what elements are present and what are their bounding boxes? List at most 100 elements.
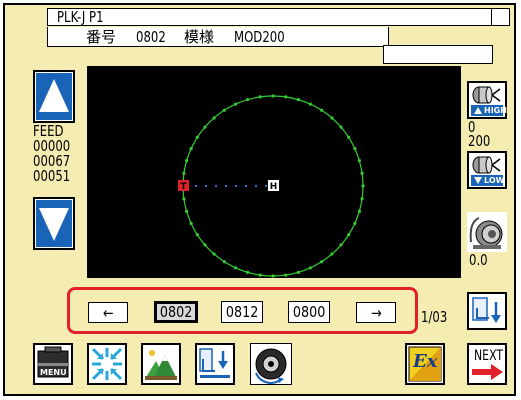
preview-button[interactable] [141, 343, 181, 385]
stitch-point [212, 252, 216, 256]
feed-info: FEED 00000 00067 00051 [33, 124, 83, 196]
fit-view-icon [89, 345, 125, 383]
stitch-point [339, 243, 343, 247]
feed-value-3: 00051 [33, 167, 71, 185]
stitch-point [271, 274, 275, 278]
page-indicator: 1/03 [421, 308, 448, 326]
next-arrow-icon: → [370, 303, 382, 322]
speed-high-label: HIGH [484, 106, 507, 115]
number-label: 番号 [86, 28, 117, 46]
stitch-point [182, 171, 186, 175]
fit-view-button[interactable] [87, 343, 127, 385]
feed-dot [265, 185, 267, 187]
stitch-point [347, 233, 351, 237]
ex-label: Ex [413, 351, 438, 372]
pattern-label: 模様 [184, 28, 215, 46]
page-down-icon [469, 294, 505, 328]
stitch-point [203, 243, 207, 247]
title-side-box [491, 8, 510, 26]
prev-pattern-button[interactable]: ← [88, 302, 128, 323]
arrow-down-icon [36, 200, 72, 247]
stitch-point [308, 266, 312, 270]
pattern-info-bar: 番号 0802 模様 MOD200 [47, 27, 389, 47]
feed-dot [255, 185, 257, 187]
stitch-point [185, 159, 189, 163]
pattern-item-0800[interactable]: 0800 [288, 301, 330, 323]
stitch-point [234, 102, 238, 106]
landscape-icon [143, 345, 179, 383]
home-marker-label: H [270, 182, 278, 192]
stitch-point [347, 135, 351, 139]
menu-label: MENU [40, 368, 67, 377]
stitch-point [360, 197, 364, 201]
speed-value-2: 200 [468, 132, 491, 150]
stitch-point [284, 273, 288, 277]
speed-values: 0 200 [468, 120, 508, 150]
stitch-point [320, 108, 324, 112]
prev-arrow-icon: ← [102, 303, 114, 322]
thread-tension-icon [467, 212, 507, 252]
next-button[interactable]: NEXT [467, 343, 507, 385]
stitch-point [271, 94, 275, 98]
stitch-point [330, 116, 334, 120]
stitch-point [258, 95, 262, 99]
stitch-point [330, 252, 334, 256]
start-marker-label: T [180, 182, 187, 192]
stitch-point [189, 147, 193, 151]
page-down-button[interactable] [467, 292, 507, 330]
pattern-item-0812[interactable]: 0812 [221, 301, 263, 323]
stitch-point [357, 159, 361, 163]
stitch-point [189, 221, 193, 225]
pattern-value: MOD200 [234, 28, 285, 46]
feed-dot [195, 185, 197, 187]
stitch-point [185, 209, 189, 213]
bobbin-winder-icon [249, 342, 293, 386]
stitch-point [246, 270, 250, 274]
pattern-item-label: 0802 [159, 303, 193, 321]
stitch-point [361, 184, 365, 188]
stitch-point [212, 116, 216, 120]
stitch-point [203, 125, 207, 129]
presser-foot-icon [197, 345, 233, 383]
feed-dot [245, 185, 247, 187]
page-title: PLK-J P1 [57, 8, 104, 26]
stitch-point [320, 260, 324, 264]
stitch-point [353, 147, 357, 151]
thread-tension-button[interactable] [467, 212, 507, 252]
speed-low-button[interactable]: LOW [467, 151, 507, 189]
stitch-point [284, 95, 288, 99]
winder-button[interactable] [249, 342, 293, 386]
stitch-point [357, 209, 361, 213]
thread-tension-value: 0.0 [469, 251, 488, 269]
stitch-point [296, 98, 300, 102]
stitch-point [182, 197, 186, 201]
extension-button[interactable]: Ex [405, 343, 445, 385]
menu-button[interactable]: MENU [33, 343, 73, 385]
pattern-item-0802[interactable]: 0802 [154, 301, 198, 323]
feed-dot [225, 185, 227, 187]
stitch-point [195, 233, 199, 237]
pattern-canvas[interactable]: T H [87, 66, 461, 278]
feed-dot [215, 185, 217, 187]
speed-high-button[interactable]: HIGH [467, 81, 507, 119]
feed-dot [235, 185, 237, 187]
stitch-point [360, 171, 364, 175]
feed-dot [205, 185, 207, 187]
next-label: NEXT [474, 348, 504, 364]
stitch-point [339, 125, 343, 129]
arrow-up-icon [36, 73, 72, 120]
feed-down-button[interactable] [33, 197, 75, 250]
stitch-point [296, 270, 300, 274]
feed-line [195, 185, 267, 187]
stitch-point [258, 273, 262, 277]
next-pattern-button[interactable]: → [356, 302, 396, 323]
number-value: 0802 [136, 28, 166, 46]
pattern-info-side-box [383, 45, 493, 64]
feed-up-button[interactable] [33, 70, 75, 123]
title-bar: PLK-J P1 [47, 8, 492, 26]
speed-low-label: LOW [484, 176, 505, 185]
stitch-point [353, 221, 357, 225]
presser-foot-button[interactable] [195, 343, 235, 385]
stitch-point [308, 102, 312, 106]
pattern-item-label: 0800 [292, 303, 326, 321]
